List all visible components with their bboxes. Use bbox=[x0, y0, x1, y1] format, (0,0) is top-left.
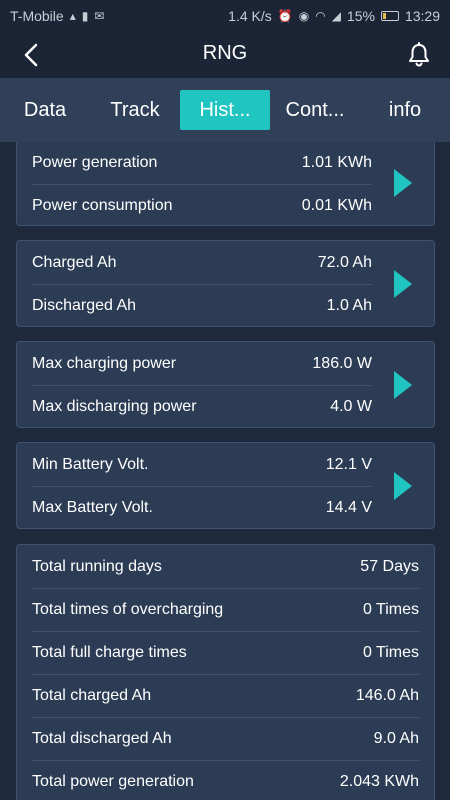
row-value: 0 Times bbox=[362, 600, 419, 618]
mail-icon: ✉ bbox=[94, 9, 105, 23]
battery-volt-card[interactable]: Min Battery Volt. 12.1 V Max Battery Vol… bbox=[16, 442, 435, 529]
battery-percent: 15% bbox=[346, 8, 375, 24]
card-row: Power generation 1.01 KWh bbox=[17, 142, 434, 184]
totals-card: Total running days 57 Days Total times o… bbox=[16, 544, 435, 800]
row-value: 72.0 Ah bbox=[317, 253, 372, 271]
bell-icon bbox=[409, 42, 429, 67]
clock: 13:29 bbox=[404, 8, 440, 24]
row-label: Charged Ah bbox=[32, 253, 117, 271]
back-button[interactable] bbox=[16, 40, 46, 70]
status-bar: T-Mobile ▴ ▮ ✉ 1.4 K/s ⏰ ◉ ◠ ◢ 15% 13:29 bbox=[0, 0, 450, 32]
tab-data[interactable]: Data bbox=[0, 90, 90, 130]
card-row: Max discharging power 4.0 W bbox=[17, 385, 434, 428]
row-label: Discharged Ah bbox=[32, 296, 137, 314]
card-row: Charged Ah 72.0 Ah bbox=[17, 241, 434, 284]
row-label: Total power generation bbox=[32, 772, 194, 790]
card-row: Discharged Ah 1.0 Ah bbox=[17, 284, 434, 327]
totals-row: Total running days 57 Days bbox=[17, 545, 434, 588]
row-value: 9.0 Ah bbox=[373, 729, 419, 747]
card-row: Power consumption 0.01 KWh bbox=[17, 184, 434, 227]
row-label: Min Battery Volt. bbox=[32, 455, 149, 473]
eye-icon: ◉ bbox=[298, 9, 310, 23]
row-value: 146.0 Ah bbox=[355, 686, 419, 704]
row-label: Power consumption bbox=[32, 196, 173, 214]
alarm-icon: ⏰ bbox=[277, 9, 293, 23]
totals-row: Total power generation 2.043 KWh bbox=[17, 760, 434, 800]
row-value: 4.0 W bbox=[330, 397, 372, 415]
tab-control[interactable]: Cont... bbox=[270, 90, 360, 130]
back-arrow-icon bbox=[24, 43, 38, 67]
tab-bar: Data Track Hist... Cont... info bbox=[0, 78, 450, 142]
battery-icon bbox=[380, 11, 399, 21]
chevron-right-icon[interactable] bbox=[394, 269, 412, 298]
totals-row: Total discharged Ah 9.0 Ah bbox=[17, 717, 434, 760]
row-label: Total full charge times bbox=[32, 643, 187, 661]
row-label: Total running days bbox=[32, 557, 162, 575]
row-value: 186.0 W bbox=[312, 354, 372, 372]
tab-track[interactable]: Track bbox=[90, 90, 180, 130]
row-value: 14.4 V bbox=[325, 498, 372, 516]
totals-row: Total times of overcharging 0 Times bbox=[17, 588, 434, 631]
card-row: Max charging power 186.0 W bbox=[17, 342, 434, 385]
card-row: Min Battery Volt. 12.1 V bbox=[17, 443, 434, 486]
chevron-right-icon[interactable] bbox=[394, 169, 412, 197]
cell-signal-icon: ◢ bbox=[331, 9, 341, 23]
power-card[interactable]: Max charging power 186.0 W Max dischargi… bbox=[16, 341, 435, 428]
row-value: 0 Times bbox=[362, 643, 419, 661]
row-label: Total charged Ah bbox=[32, 686, 152, 704]
row-value: 1.0 Ah bbox=[326, 296, 372, 314]
sim-icon: ▮ bbox=[81, 9, 89, 23]
row-value: 12.1 V bbox=[325, 455, 372, 473]
nav-bar: RNG bbox=[0, 32, 450, 78]
network-speed: 1.4 K/s bbox=[228, 8, 272, 24]
card-row: Max Battery Volt. 14.4 V bbox=[17, 486, 434, 529]
row-label: Total times of overcharging bbox=[32, 600, 224, 618]
row-label: Max Battery Volt. bbox=[32, 498, 153, 516]
history-content[interactable]: Power generation 1.01 KWh Power consumpt… bbox=[0, 142, 450, 800]
notifications-button[interactable] bbox=[404, 40, 434, 70]
chevron-right-icon[interactable] bbox=[394, 471, 412, 500]
chevron-right-icon[interactable] bbox=[394, 370, 412, 399]
amp-hours-card[interactable]: Charged Ah 72.0 Ah Discharged Ah 1.0 Ah bbox=[16, 240, 435, 327]
row-value: 1.01 KWh bbox=[301, 153, 372, 171]
status-right: 1.4 K/s ⏰ ◉ ◠ ◢ 15% 13:29 bbox=[228, 8, 440, 24]
row-label: Power generation bbox=[32, 153, 158, 171]
row-value: 57 Days bbox=[360, 557, 419, 575]
row-label: Max discharging power bbox=[32, 397, 197, 415]
energy-card[interactable]: Power generation 1.01 KWh Power consumpt… bbox=[16, 142, 435, 226]
totals-row: Total full charge times 0 Times bbox=[17, 631, 434, 674]
page-title: RNG bbox=[202, 42, 248, 64]
carrier-label: T-Mobile bbox=[10, 8, 64, 24]
tab-info[interactable]: info bbox=[360, 90, 450, 130]
tab-history[interactable]: Hist... bbox=[180, 90, 270, 130]
row-label: Max charging power bbox=[32, 354, 177, 372]
status-left: T-Mobile ▴ ▮ ✉ bbox=[10, 8, 104, 24]
wifi-icon: ◠ bbox=[315, 9, 326, 23]
row-value: 2.043 KWh bbox=[339, 772, 419, 790]
totals-row: Total charged Ah 146.0 Ah bbox=[17, 674, 434, 717]
row-label: Total discharged Ah bbox=[32, 729, 172, 747]
signal-icon: ▴ bbox=[69, 9, 76, 23]
row-value: 0.01 KWh bbox=[301, 196, 372, 214]
